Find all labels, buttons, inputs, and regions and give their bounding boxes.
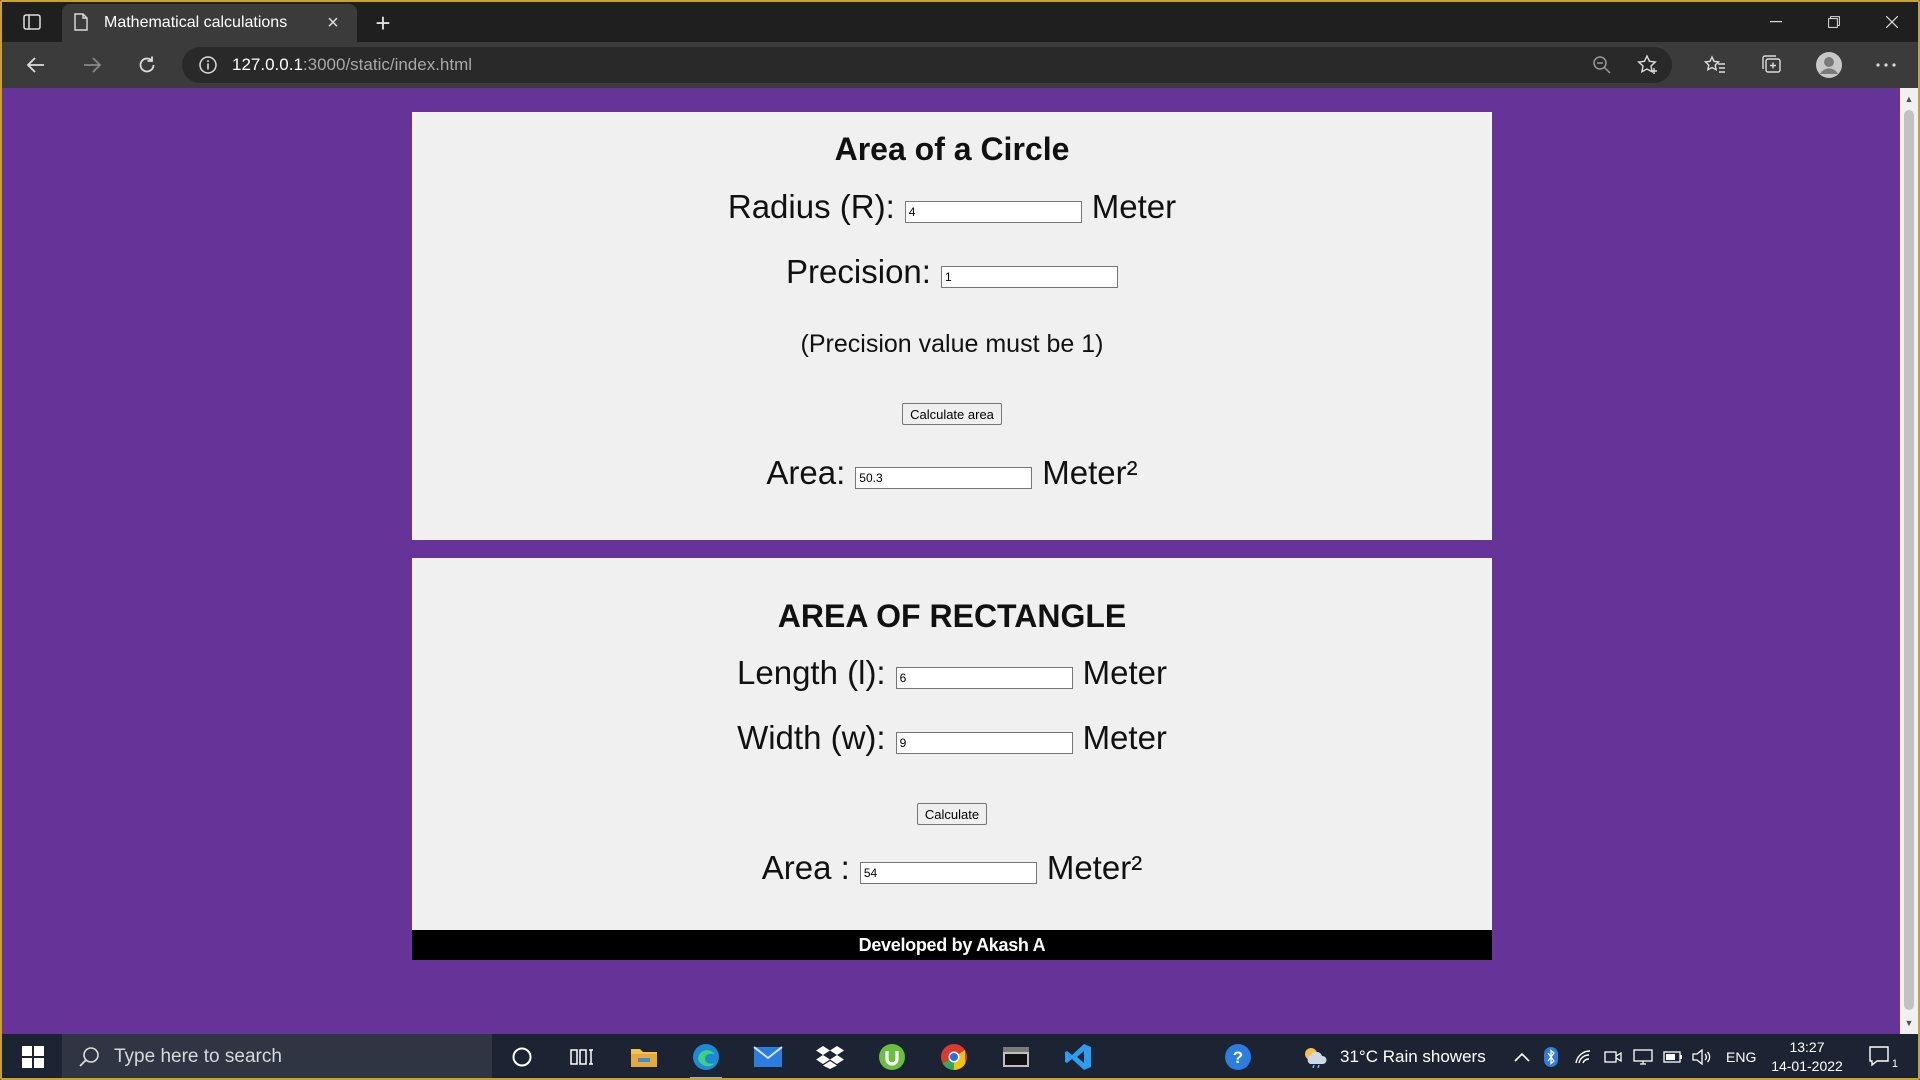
vertical-scrollbar[interactable]: ▲ ▼ bbox=[1900, 88, 1918, 1034]
page-viewport: Area of a Circle Radius (R): Meter Preci… bbox=[2, 88, 1900, 1034]
windows-start-icon[interactable] bbox=[12, 1034, 54, 1078]
volume-icon[interactable] bbox=[1692, 1034, 1712, 1078]
radius-label: Radius (R): bbox=[727, 188, 895, 225]
circle-area-output[interactable] bbox=[855, 467, 1033, 489]
restore-icon[interactable] bbox=[1805, 2, 1863, 42]
circle-card: Area of a Circle Radius (R): Meter Preci… bbox=[412, 112, 1492, 540]
document-icon bbox=[74, 13, 92, 33]
circle-area-row: Area: Meter² bbox=[412, 454, 1492, 492]
zoom-out-icon[interactable] bbox=[1580, 47, 1624, 83]
width-unit: Meter bbox=[1082, 719, 1167, 756]
bluetooth-icon[interactable] bbox=[1544, 1034, 1558, 1078]
tab-title: Mathematical calculations bbox=[104, 14, 288, 31]
precision-input[interactable] bbox=[940, 266, 1118, 288]
site-info-icon[interactable] bbox=[198, 55, 218, 75]
file-explorer-icon[interactable] bbox=[620, 1037, 668, 1077]
circle-area-label: Area: bbox=[766, 454, 846, 491]
calculate-area-button[interactable]: Calculate area bbox=[902, 403, 1002, 425]
terminal-icon[interactable] bbox=[992, 1037, 1040, 1077]
get-help-icon[interactable]: ? bbox=[1214, 1037, 1262, 1077]
width-row: Width (w): Meter bbox=[412, 719, 1492, 757]
precision-row: Precision: bbox=[412, 253, 1492, 291]
length-unit: Meter bbox=[1082, 654, 1167, 691]
dropbox-icon[interactable] bbox=[806, 1037, 854, 1077]
tab-bar: Mathematical calculations × + bbox=[2, 2, 1918, 42]
clock[interactable]: 13:27 14-01-2022 bbox=[1762, 1038, 1852, 1076]
new-tab-icon[interactable]: + bbox=[368, 8, 398, 38]
utorrent-icon[interactable] bbox=[868, 1037, 916, 1077]
rectangle-card: AREA OF RECTANGLE Length (l): Meter Widt… bbox=[412, 558, 1492, 930]
precision-note: (Precision value must be 1) bbox=[800, 330, 1104, 358]
browser-toolbar: 127.0.0.1:3000/static/index.html bbox=[2, 42, 1918, 88]
weather-text[interactable]: 31°C Rain showers bbox=[1340, 1047, 1486, 1067]
rectangle-area-label: Area : bbox=[761, 849, 850, 886]
clock-time: 13:27 bbox=[1789, 1039, 1825, 1055]
width-input[interactable] bbox=[895, 732, 1073, 754]
radius-row: Radius (R): Meter bbox=[412, 188, 1492, 226]
svg-text:?: ? bbox=[1233, 1048, 1243, 1067]
edge-browser-icon[interactable] bbox=[682, 1037, 730, 1078]
notifications-icon[interactable]: 1 bbox=[1864, 1042, 1898, 1072]
search-icon bbox=[78, 1046, 100, 1068]
taskbar: Type here to search ? 31°C Rain showers … bbox=[2, 1034, 1918, 1078]
minimize-icon[interactable] bbox=[1747, 2, 1805, 42]
chrome-icon[interactable] bbox=[930, 1037, 978, 1077]
length-row: Length (l): Meter bbox=[412, 654, 1492, 692]
width-label: Width (w): bbox=[737, 719, 886, 756]
weather-icon[interactable] bbox=[1302, 1046, 1330, 1068]
circle-title: Area of a Circle bbox=[834, 131, 1070, 167]
length-label: Length (l): bbox=[737, 654, 886, 691]
radius-input[interactable] bbox=[904, 201, 1082, 223]
add-favorite-icon[interactable] bbox=[1624, 47, 1672, 83]
forward-icon[interactable] bbox=[74, 48, 110, 82]
tab-actions-icon[interactable] bbox=[16, 10, 48, 34]
reload-icon[interactable] bbox=[129, 48, 165, 82]
mail-icon[interactable] bbox=[744, 1037, 792, 1077]
meet-now-icon[interactable] bbox=[1604, 1034, 1622, 1078]
calculate-button[interactable]: Calculate bbox=[916, 803, 988, 825]
rectangle-title: AREA OF RECTANGLE bbox=[777, 598, 1127, 634]
scroll-up-icon[interactable]: ▲ bbox=[1900, 90, 1918, 108]
settings-more-icon[interactable] bbox=[1868, 48, 1904, 82]
task-view-icon[interactable] bbox=[558, 1037, 606, 1077]
notification-count: 1 bbox=[1891, 1058, 1898, 1070]
close-tab-icon[interactable]: × bbox=[321, 11, 345, 35]
scroll-down-icon[interactable]: ▼ bbox=[1900, 1014, 1918, 1032]
rectangle-area-row: Area : Meter² bbox=[412, 849, 1492, 887]
profile-avatar-icon[interactable] bbox=[1811, 48, 1847, 82]
circle-area-unit: Meter² bbox=[1042, 454, 1138, 491]
page-footer: Developed by Akash A bbox=[412, 930, 1492, 960]
search-placeholder: Type here to search bbox=[114, 1046, 282, 1067]
close-window-icon[interactable] bbox=[1863, 2, 1918, 42]
radius-unit: Meter bbox=[1091, 188, 1177, 225]
language-indicator[interactable]: ENG bbox=[1726, 1034, 1756, 1078]
address-bar[interactable]: 127.0.0.1:3000/static/index.html bbox=[182, 47, 1672, 83]
back-icon[interactable] bbox=[18, 48, 54, 82]
collections-icon[interactable] bbox=[1754, 48, 1790, 82]
favorites-icon[interactable] bbox=[1697, 48, 1733, 82]
url-text[interactable]: 127.0.0.1:3000/static/index.html bbox=[232, 55, 472, 75]
wifi-icon[interactable] bbox=[1574, 1034, 1594, 1078]
rectangle-area-output[interactable] bbox=[859, 862, 1037, 884]
cortana-icon[interactable] bbox=[498, 1037, 546, 1077]
taskbar-search[interactable]: Type here to search bbox=[62, 1034, 492, 1078]
browser-window: Mathematical calculations × + 127.0.0.1:… bbox=[0, 0, 1920, 1080]
length-input[interactable] bbox=[895, 667, 1073, 689]
display-icon[interactable] bbox=[1633, 1034, 1653, 1078]
scrollbar-thumb[interactable] bbox=[1904, 110, 1914, 1010]
precision-label: Precision: bbox=[786, 253, 931, 290]
vscode-icon[interactable] bbox=[1054, 1037, 1102, 1077]
rectangle-area-unit: Meter² bbox=[1046, 849, 1143, 886]
show-hidden-icons[interactable] bbox=[1514, 1034, 1530, 1078]
tab-active[interactable]: Mathematical calculations × bbox=[62, 4, 357, 42]
clock-date: 14-01-2022 bbox=[1771, 1058, 1843, 1074]
battery-icon[interactable] bbox=[1663, 1034, 1683, 1078]
